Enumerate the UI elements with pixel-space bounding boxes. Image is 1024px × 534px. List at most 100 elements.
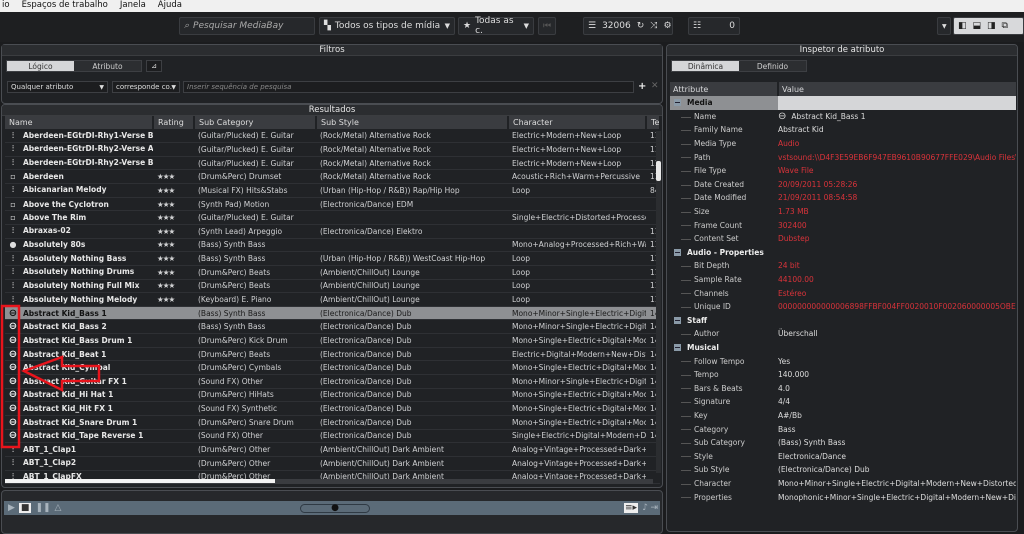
inspector-row[interactable]: Properties Monophonic+Minor+Single+Electr… xyxy=(670,490,1016,504)
inspector-row[interactable]: Channels Estéreo xyxy=(670,286,1016,300)
column-header-sub-category[interactable]: Sub Category xyxy=(194,116,317,129)
menu-item[interactable]: io xyxy=(2,0,10,12)
attribute-value[interactable]: Estéreo xyxy=(778,286,1016,300)
cell-rating[interactable]: ★★★ xyxy=(153,251,194,266)
attribute-value[interactable]: 44100.00 xyxy=(778,273,1016,287)
column-header-sub-style[interactable]: Sub Style xyxy=(316,116,509,129)
cell-rating[interactable]: ★★★ xyxy=(153,265,194,280)
inspector-row[interactable]: Bars & Beats 4.0 xyxy=(670,381,1016,395)
inspector-row[interactable]: Sub Category (Bass) Synth Bass xyxy=(670,436,1016,450)
window-icon[interactable]: ⧉ xyxy=(1002,21,1008,31)
table-row[interactable]: ⊖ Abstract Kid_Guitar FX 1 (Sound FX) Othe… xyxy=(5,374,660,389)
attribute-value[interactable]: Monophonic+Minor+Single+Electric+Digital… xyxy=(778,490,1016,504)
attribute-value[interactable]: 4.0 xyxy=(778,381,1016,395)
auto-play-icon[interactable]: ≡▸ xyxy=(623,503,638,513)
inspector-row[interactable]: Signature 4/4 xyxy=(670,395,1016,409)
inspector-row[interactable]: Character Mono+Minor+Single+Electric+Digi… xyxy=(670,477,1016,491)
inspector-row[interactable]: Sample Rate 44100.00 xyxy=(670,273,1016,287)
inspector-row[interactable]: Date Created 20/09/2011 05:28:26 xyxy=(670,178,1016,192)
table-row[interactable]: ⫶ Absolutely Nothing Drums ★★★ (Drum&Perc) … xyxy=(5,265,660,280)
inspector-row[interactable]: Frame Count 302400 xyxy=(670,218,1016,232)
collapse-icon[interactable] xyxy=(674,248,681,256)
cell-rating[interactable] xyxy=(153,388,194,403)
attribute-value[interactable]: 4/4 xyxy=(778,395,1016,409)
inspector-row[interactable]: Content Set Dubstep xyxy=(670,232,1016,246)
table-row[interactable]: ⫶ Absolutely Nothing Full Mix ★★★ (Drum&Per… xyxy=(5,279,660,294)
table-row[interactable]: ⫶ Absolutely Nothing Melody ★★★ (Keyboard) … xyxy=(5,292,660,307)
column-header-rating[interactable]: Rating xyxy=(153,116,195,129)
cell-rating[interactable] xyxy=(153,156,194,171)
tab-attribute[interactable]: Atributo xyxy=(74,61,141,71)
gear-icon[interactable]: ⚙ xyxy=(663,21,671,31)
table-row[interactable]: ⊖ Abstract Kid_Cymbal (Drum&Perc) Cymbals(… xyxy=(5,360,660,376)
cell-rating[interactable] xyxy=(153,429,194,444)
table-row[interactable]: ⫶ Aberdeen-EGtrDI-Rhy2-Verse B (Guitar/Plu… xyxy=(5,156,660,171)
inspector-row[interactable]: Media Type Audio xyxy=(670,137,1016,151)
column-header-tem[interactable]: Tem xyxy=(646,116,661,129)
scrollbar-thumb[interactable] xyxy=(656,161,661,181)
attribute-value[interactable]: Bass xyxy=(778,422,1016,436)
table-row[interactable]: ⫶ ABT_1_Clap2 (Drum&Perc) Other (Ambient/Ch… xyxy=(5,456,660,471)
cell-rating[interactable] xyxy=(153,347,194,362)
cell-rating[interactable]: ★★★ xyxy=(153,224,194,239)
tab-logical[interactable]: Lógico xyxy=(7,61,74,71)
right-zone-icon[interactable]: ◨ xyxy=(987,21,996,31)
inspector-group[interactable]: Audio - Properties xyxy=(670,246,1016,260)
table-row[interactable]: ⊖ Abstract Kid_Beat 1 (Drum&Perc) Beats (El… xyxy=(5,347,660,362)
attribute-value[interactable]: 302400 xyxy=(778,218,1016,232)
mediabay-search-input[interactable]: ⌕ Pesquisar MediaBay xyxy=(179,17,315,35)
attribute-value[interactable]: Wave File xyxy=(778,164,1016,178)
menu-item-workspaces[interactable]: Espaços de trabalho xyxy=(22,0,108,12)
cell-rating[interactable]: ★★★ xyxy=(153,169,194,185)
inspector-group[interactable]: Media xyxy=(670,96,1016,110)
rating-filter-dropdown[interactable]: ★ Todas as c. ▼ xyxy=(458,16,534,36)
inspector-row[interactable]: Category Bass xyxy=(670,422,1016,436)
table-row[interactable]: ⫶ ABT_1_Clap1 (Drum&Perc) Other (Ambient/Ch… xyxy=(5,442,660,457)
table-row[interactable]: ⊖ Abstract Kid_Hit FX 1 (Sound FX) Synthet… xyxy=(5,401,660,416)
inspector-group[interactable]: Musical xyxy=(670,341,1016,355)
attribute-value[interactable]: vstsound:\\D4F3E59EB6F947EB9610B90677FFE… xyxy=(778,150,1016,164)
cell-rating[interactable]: ★★★ xyxy=(153,238,194,253)
attribute-value[interactable]: Abstract Kid xyxy=(778,123,1016,137)
cell-rating[interactable]: ★★★ xyxy=(153,210,194,225)
inspector-row[interactable]: Key A#/Bb xyxy=(670,409,1016,423)
attribute-dropdown[interactable]: Qualquer atributo ▼ xyxy=(7,81,108,93)
filter-options-button[interactable]: ⊿ xyxy=(146,60,162,72)
inspector-row[interactable]: Follow Tempo Yes xyxy=(670,354,1016,368)
inspector-row[interactable]: Tempo 140.000 xyxy=(670,368,1016,382)
attribute-value[interactable]: ⊖ Abstract Kid_Bass 1 xyxy=(778,110,1016,124)
cell-rating[interactable] xyxy=(153,306,194,321)
inspector-row[interactable]: Date Modified 21/09/2011 08:54:58 xyxy=(670,191,1016,205)
inspector-row[interactable]: Family Name Abstract Kid xyxy=(670,123,1016,137)
inspector-row[interactable]: Path vstsound:\\D4F3E59EB6F947EB9610B9067… xyxy=(670,150,1016,164)
shuffle-icon[interactable]: ⤨ xyxy=(650,21,657,31)
cell-rating[interactable] xyxy=(153,374,194,389)
cell-rating[interactable]: ★★★ xyxy=(153,292,194,307)
cell-rating[interactable]: ★★★ xyxy=(153,279,194,294)
inspector-row[interactable]: Sub Style (Electronica/Dance) Dub xyxy=(670,463,1016,477)
attribute-value[interactable]: 21/09/2011 08:54:58 xyxy=(778,191,1016,205)
table-row[interactable]: ⫶ Abicanarian Melody ★★★ (Musical FX) Hits&… xyxy=(5,183,660,198)
attribute-value[interactable]: 000000000000006898FFBF004FF0020010F00206… xyxy=(778,300,1016,314)
column-header-name[interactable]: Name xyxy=(5,116,154,129)
table-row[interactable]: ▫ Above The Rim ★★★ (Guitar/Plucked) E. Gui… xyxy=(5,210,660,225)
attribute-value[interactable]: Mono+Minor+Single+Electric+Digital+Moder… xyxy=(778,477,1016,491)
inspector-group[interactable]: Staff xyxy=(670,314,1016,328)
cell-rating[interactable] xyxy=(153,456,194,471)
table-row[interactable]: ⊖ Abstract Kid_Bass 1 (Bass) Synth Bass (El… xyxy=(5,306,660,321)
add-filter-button[interactable]: + xyxy=(638,81,646,92)
table-row[interactable]: ⫶ Aberdeen-EGtrDI-Rhy2-Verse A (Guitar/Plu… xyxy=(5,142,660,157)
inspector-row[interactable]: Author Überschall xyxy=(670,327,1016,341)
cell-rating[interactable] xyxy=(153,319,194,335)
attribute-value[interactable]: Dubstep xyxy=(778,232,1016,246)
scrollbar-thumb[interactable] xyxy=(5,479,275,483)
cell-rating[interactable]: ★★★ xyxy=(153,183,194,198)
horizontal-scrollbar[interactable] xyxy=(5,479,653,484)
inspector-row[interactable]: Bit Depth 24 bit xyxy=(670,259,1016,273)
previous-button[interactable]: ⏮ xyxy=(538,17,556,35)
table-row[interactable]: ⊖ Abstract Kid_Hi Hat 1 (Drum&Perc) HiHats… xyxy=(5,388,660,403)
attribute-value[interactable]: Überschall xyxy=(778,327,1016,341)
pause-icon[interactable]: ❚❚ xyxy=(35,503,50,513)
menu-item-help[interactable]: Ajuda xyxy=(158,0,182,12)
tab-dynamic[interactable]: Dinâmica xyxy=(672,61,739,71)
